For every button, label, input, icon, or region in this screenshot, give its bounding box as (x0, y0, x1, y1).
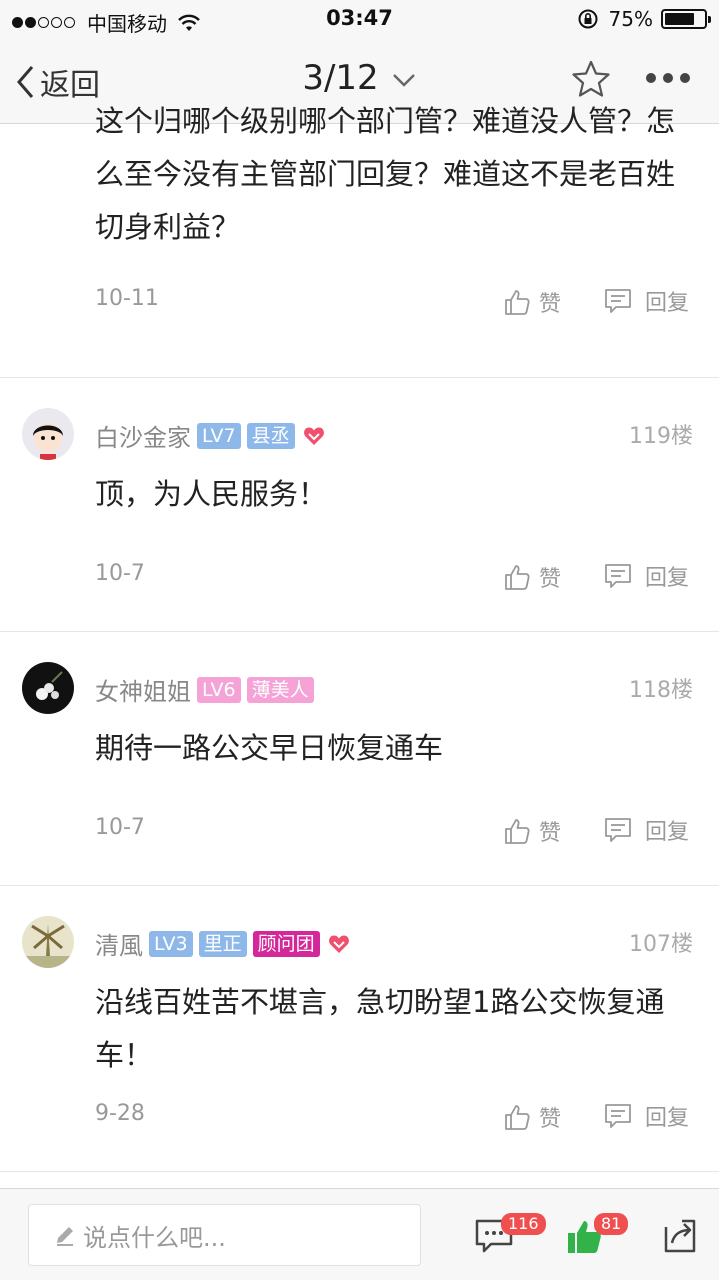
share-icon[interactable] (662, 1217, 698, 1255)
reply-bubble-icon (605, 818, 631, 842)
reply-label: 回复 (645, 566, 690, 591)
like-label: 赞 (539, 292, 562, 317)
comment-date: 10-7 (95, 561, 145, 586)
rotation-lock-icon (578, 9, 598, 29)
thumbs-up-icon (505, 565, 530, 590)
battery-percent: 75% (608, 7, 653, 31)
group-badge: 顾问团 (252, 930, 320, 957)
comment-text: 沿线百姓苦不堪言，急切盼望1路公交恢复通车！ (95, 985, 665, 1072)
avatar[interactable] (22, 662, 74, 714)
avatar[interactable] (22, 408, 74, 460)
floor-number: 107楼 (629, 932, 693, 957)
user-info: 女神姐姐 LV6 薄美人 (95, 672, 314, 707)
chevron-down-icon (392, 73, 415, 87)
reply-label: 回复 (645, 820, 690, 845)
level-badge: LV3 (149, 930, 193, 957)
avatar[interactable] (22, 916, 74, 968)
like-button[interactable]: 赞 (503, 1101, 561, 1133)
user-info: 清風 LV3 里正 顾问团 (95, 926, 350, 961)
like-label: 赞 (539, 1107, 562, 1132)
floor-number: 119楼 (629, 424, 693, 449)
reply-bubble-icon (605, 1104, 631, 1128)
user-name[interactable]: 清風 (95, 926, 143, 961)
title-badge: 里正 (198, 930, 247, 957)
heart-icon (328, 935, 349, 953)
status-bar: 中国移动 03:47 75% (0, 0, 719, 40)
comment-item: 清風 LV3 里正 顾问团 107楼 沿线百姓苦不堪言，急切盼望1路公交恢复通车… (0, 886, 719, 1172)
thumbs-up-icon (505, 290, 530, 315)
battery-icon (661, 9, 711, 29)
reply-button[interactable]: 回复 (603, 1100, 689, 1132)
like-button[interactable]: 赞 (503, 286, 561, 318)
reply-label: 回复 (645, 1106, 690, 1131)
heart-icon (303, 427, 324, 445)
user-name[interactable]: 女神姐姐 (95, 672, 191, 707)
comment-date: 10-11 (95, 286, 159, 311)
more-options-icon[interactable] (645, 70, 691, 86)
comment-item: 这个归哪个级别哪个部门管？难道没人管？怎么至今没有主管部门回复？难道这不是老百姓… (0, 104, 719, 378)
comment-item: 白沙金家 LV7 县丞 119楼 顶，为人民服务！ 10-7 赞 回复 (0, 378, 719, 632)
user-info: 白沙金家 LV7 县丞 (95, 418, 325, 453)
level-badge: LV7 (197, 422, 241, 449)
pencil-icon (57, 1227, 73, 1246)
reply-button[interactable]: 回复 (603, 285, 689, 317)
thumbs-up-icon (505, 1105, 530, 1130)
floor-number: 118楼 (629, 678, 693, 703)
comment-text: 期待一路公交早日恢复通车 (95, 731, 444, 765)
comment-count-badge: 116 (501, 1213, 546, 1235)
page-indicator: 3/12 (302, 58, 379, 98)
comment-text: 顶，为人民服务！ (95, 477, 328, 511)
comment-date: 10-7 (95, 815, 145, 840)
bottom-toolbar: 说点什么吧... 116 81 (0, 1188, 719, 1280)
comment-date: 9-28 (95, 1101, 145, 1126)
level-badge: LV6 (197, 676, 241, 703)
title-badge: 薄美人 (246, 676, 314, 703)
like-label: 赞 (539, 821, 562, 846)
thumbs-up-icon (505, 819, 530, 844)
comment-item: 女神姐姐 LV6 薄美人 118楼 期待一路公交早日恢复通车 10-7 赞 回复 (0, 632, 719, 886)
status-right: 75% (577, 7, 711, 31)
comment-input[interactable]: 说点什么吧... (28, 1204, 421, 1266)
favorite-star-icon[interactable] (570, 58, 612, 100)
comment-input-placeholder: 说点什么吧... (83, 1223, 226, 1252)
like-button[interactable]: 赞 (503, 815, 561, 847)
title-badge: 县丞 (246, 422, 295, 449)
like-count-badge: 81 (594, 1213, 629, 1235)
reply-bubble-icon (605, 289, 631, 313)
reply-label: 回复 (645, 291, 690, 316)
comment-text: 这个归哪个级别哪个部门管？难道没人管？怎么至今没有主管部门回复？难道这不是老百姓… (95, 104, 676, 244)
reply-button[interactable]: 回复 (603, 814, 689, 846)
like-label: 赞 (539, 567, 562, 592)
user-name[interactable]: 白沙金家 (95, 418, 191, 453)
like-button[interactable]: 赞 (503, 561, 561, 593)
reply-bubble-icon (605, 564, 631, 588)
reply-button[interactable]: 回复 (603, 560, 689, 592)
